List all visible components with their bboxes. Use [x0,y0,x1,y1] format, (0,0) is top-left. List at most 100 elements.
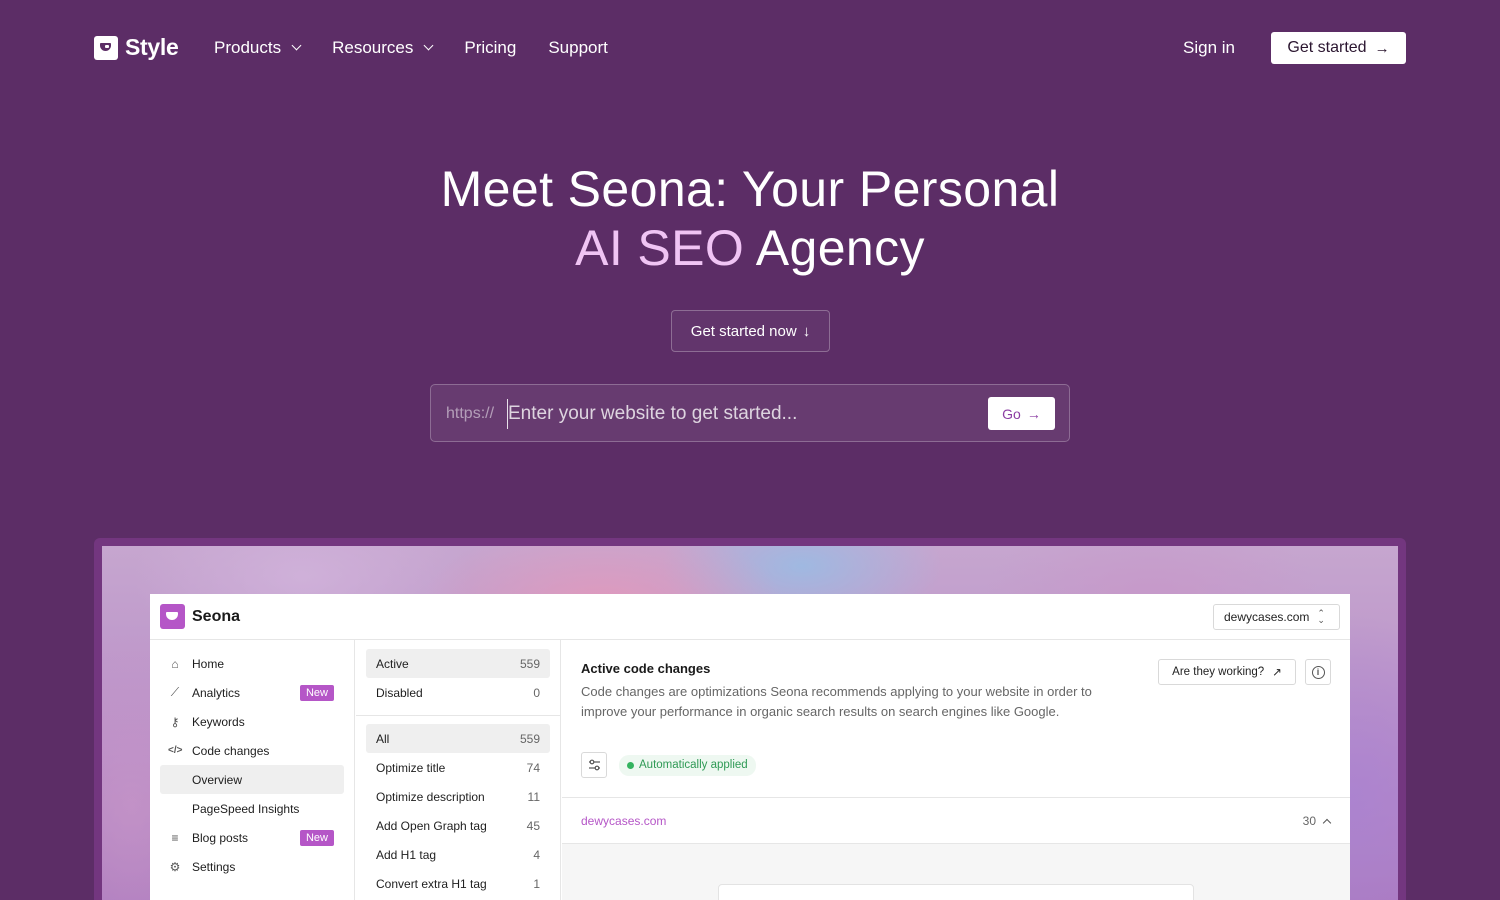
code-change-card[interactable] [718,884,1194,900]
website-url-input[interactable] [507,399,977,429]
are-they-working-button[interactable]: Are they working? ↗ [1158,659,1296,685]
filter-active[interactable]: Active 559 [366,649,550,678]
nav-link-pricing[interactable]: Pricing [464,38,516,58]
filter-all[interactable]: All 559 [366,724,550,753]
nav-link-label: Pricing [464,38,517,57]
external-link-icon: ↗ [1272,667,1282,679]
filter-disabled[interactable]: Disabled 0 [366,678,550,707]
sidebar-item-analytics[interactable]: ⟋ Analytics New [150,678,354,707]
app-header: Seona dewycases.com ⌃ ⌄ [150,594,1350,640]
updown-chevron-icon: ⌃ ⌄ [1317,608,1325,625]
sign-in-link[interactable]: Sign in [1183,38,1235,58]
filter-label: Add H1 tag [376,847,437,862]
nav-links: Products Resources Pricing Support [214,38,640,58]
new-badge: New [299,685,334,701]
divider [562,797,1350,798]
arrow-down-icon: ↓ [802,322,811,340]
seona-logo-icon [160,604,185,629]
get-started-now-button[interactable]: Get started now ↓ [671,310,830,352]
main-title: Active code changes [581,661,711,676]
chevron-down-icon [423,40,434,51]
code-icon: </> [168,745,183,756]
go-button[interactable]: Go → [988,397,1055,430]
filter-add-open-graph-tag[interactable]: Add Open Graph tag 45 [366,811,550,840]
home-icon: ⌂ [171,656,179,671]
get-started-now-label: Get started now [690,322,797,340]
filter-count: 559 [519,656,540,671]
sidebar-item-label: Analytics [192,685,241,700]
filter-label: Optimize description [376,789,485,804]
arrow-right-icon: → [1026,405,1041,422]
chevron-up-icon [1322,818,1332,827]
get-started-label: Get started [1287,39,1367,56]
hero-title: Meet Seona: Your Personal AI SEO Agency [0,160,1500,278]
domain-row-link[interactable]: dewycases.com [581,814,666,828]
type-filter-group: All 559 Optimize title 74 Optimize descr… [356,716,560,898]
nav-link-label: Support [548,38,608,57]
automatically-applied-badge: Automatically applied [619,755,756,776]
top-navbar: Style Products Resources Pricing Support… [0,0,1500,96]
code-change-list-area [562,844,1350,900]
chart-icon: ⟋ [170,685,180,699]
list-icon: ≡ [171,830,179,845]
sidebar-item-blog-posts[interactable]: ≡ Blog posts New [150,823,354,852]
domain-select-value: dewycases.com [1224,610,1310,624]
logo[interactable]: Style [94,34,179,61]
main-description: Code changes are optimizations Seona rec… [581,684,1092,719]
filter-optimize-description[interactable]: Optimize description 11 [366,782,550,811]
gear-icon: ⚙ [169,859,181,874]
info-button[interactable]: i [1305,659,1331,685]
are-they-working-label: Are they working? [1172,666,1265,678]
filter-label: Disabled [376,685,423,700]
sidebar-item-pagespeed-insights[interactable]: PageSpeed Insights [150,794,354,823]
sidebar-item-label: PageSpeed Insights [192,801,300,816]
settings-sliders-button[interactable] [581,752,607,778]
key-icon: ⚷ [170,714,180,729]
sidebar-item-code-changes[interactable]: </> Code changes [150,736,354,765]
product-preview-frame: Seona dewycases.com ⌃ ⌄ ⌂ Home ⟋ Analytic… [94,538,1406,900]
sidebar-item-settings[interactable]: ⚙ Settings [150,852,354,881]
sidebar-item-home[interactable]: ⌂ Home [150,649,354,678]
filter-add-h1-tag[interactable]: Add H1 tag 4 [366,840,550,869]
filter-label: All [376,731,390,746]
sidebar-item-keywords[interactable]: ⚷ Keywords [150,707,354,736]
filter-convert-extra-h1-tag[interactable]: Convert extra H1 tag 1 [366,869,550,898]
hero-title-line2: Agency [744,220,925,276]
app-window-preview: Seona dewycases.com ⌃ ⌄ ⌂ Home ⟋ Analytic… [150,594,1350,900]
filter-count: 4 [533,847,540,862]
main-panel: Active code changes Code changes are opt… [562,640,1350,900]
filter-count: 74 [526,760,540,775]
nav-link-label: Products [214,38,282,57]
url-prefix: https:// [446,405,495,422]
info-icon: i [1311,665,1325,679]
filter-label: Optimize title [376,760,446,775]
domain-select[interactable]: dewycases.com ⌃ ⌄ [1213,604,1340,630]
status-filter-group: Active 559 Disabled 0 [356,640,560,716]
app-logo: Seona [160,604,240,629]
sliders-icon [588,759,600,771]
sidebar-item-label: Keywords [192,714,245,729]
website-url-form: https:// Go → [430,384,1070,442]
sidebar-item-label: Home [192,656,225,671]
filter-count: 11 [527,789,540,804]
nav-link-support[interactable]: Support [548,38,608,58]
nav-link-resources[interactable]: Resources [332,38,434,58]
domain-row-count[interactable]: 30 [1303,814,1332,828]
sidebar-item-overview[interactable]: Overview [160,765,344,794]
filter-optimize-title[interactable]: Optimize title 74 [366,753,550,782]
preview-gradient-background: Seona dewycases.com ⌃ ⌄ ⌂ Home ⟋ Analytic… [102,546,1398,900]
get-started-button[interactable]: Get started → [1271,32,1406,64]
filter-count: 45 [526,818,540,833]
hero-title-accent: AI SEO [575,220,745,276]
app-logo-text: Seona [192,607,241,625]
go-label: Go [1002,405,1021,422]
sidebar-item-label: Blog posts [192,830,249,845]
logo-icon [94,35,118,60]
chevron-down-icon [291,40,302,51]
filter-label: Convert extra H1 tag [376,876,487,891]
filter-count: 1 [533,876,540,891]
filter-count: 0 [533,685,540,700]
sidebar-item-label: Overview [192,772,243,787]
filter-label: Add Open Graph tag [376,818,487,833]
nav-link-products[interactable]: Products [214,38,302,58]
